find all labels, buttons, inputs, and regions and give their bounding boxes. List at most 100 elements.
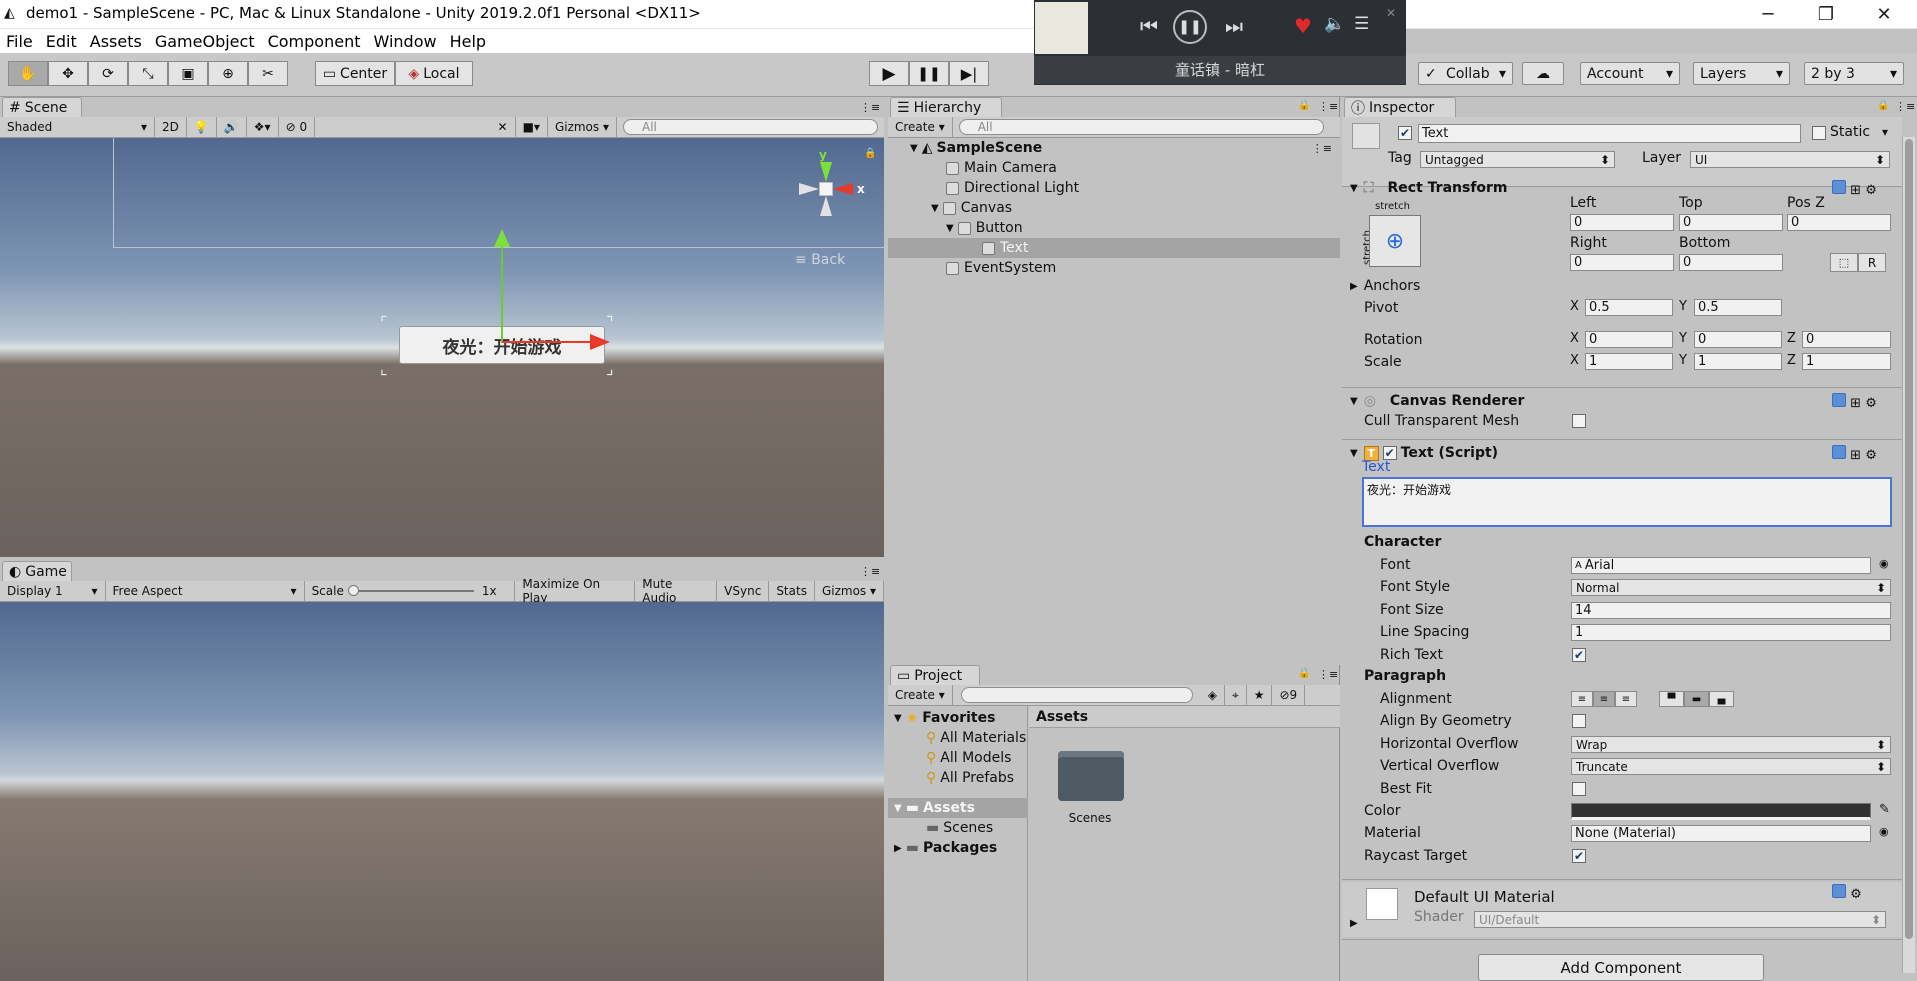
rect-tool-icon[interactable]: ▣ — [168, 61, 208, 86]
scale-z-field[interactable]: 1 — [1802, 353, 1891, 370]
align-center-icon[interactable]: ≡ — [1593, 691, 1615, 707]
rect-handle-icon[interactable]: ⌟ — [606, 359, 614, 378]
font-size-field[interactable]: 14 — [1571, 602, 1891, 619]
tab-inspector[interactable]: ⓘ Inspector — [1344, 97, 1456, 117]
heart-icon[interactable]: ♥ — [1294, 14, 1312, 38]
scenes-folder-row[interactable]: ▬ Scenes — [926, 818, 993, 838]
gizmo-neg-y-cone-icon[interactable] — [820, 196, 832, 216]
settings-gear-icon[interactable]: ⚙ — [1865, 396, 1877, 411]
text-content-area[interactable]: 夜光：开始游戏 — [1362, 477, 1892, 527]
hierarchy-search-input[interactable]: All — [958, 119, 1324, 135]
rect-handle-icon[interactable]: ⌞ — [380, 359, 388, 378]
playlist-icon[interactable]: ☰ — [1354, 14, 1369, 34]
move-y-axis[interactable] — [501, 238, 503, 343]
scale-thumb[interactable] — [347, 585, 359, 596]
project-search-input[interactable] — [960, 687, 1193, 703]
pivot-x-field[interactable]: 0.5 — [1585, 299, 1673, 316]
object-picker-icon[interactable]: ◉ — [1879, 557, 1889, 570]
material-field[interactable]: None (Material) — [1571, 825, 1871, 842]
scale-x-field[interactable]: 1 — [1585, 353, 1673, 370]
packages-folder-row[interactable]: ▶ ▬ Packages — [894, 838, 997, 858]
align-by-geometry-checkbox[interactable] — [1572, 714, 1586, 728]
active-checkbox[interactable]: ✔ — [1398, 126, 1412, 140]
hand-tool-icon[interactable]: ✋ — [8, 61, 48, 86]
hidden-objects-toggle[interactable]: ⊘ 0 — [279, 116, 316, 138]
align-bottom-icon[interactable]: ▄ — [1709, 691, 1734, 707]
favorite-star-icon[interactable]: ★ — [1247, 684, 1273, 706]
preset-icon[interactable]: ⊞ — [1850, 396, 1861, 411]
raw-edit-button[interactable]: R — [1858, 253, 1886, 272]
object-picker-icon[interactable]: ◉ — [1879, 825, 1889, 838]
eyedropper-icon[interactable]: ✎ — [1879, 802, 1890, 817]
menu-component[interactable]: Component — [262, 32, 368, 51]
fold-arrow-icon[interactable]: ▶ — [1350, 918, 1358, 929]
help-book-icon[interactable] — [1832, 445, 1846, 459]
left-field[interactable]: 0 — [1570, 214, 1674, 231]
help-book-icon[interactable] — [1832, 180, 1846, 194]
cull-checkbox[interactable] — [1572, 414, 1586, 428]
static-checkbox[interactable] — [1812, 126, 1826, 140]
hierarchy-item-button[interactable]: ▼ Button — [888, 218, 1340, 238]
favorite-all-models[interactable]: ⚲ All Models — [926, 748, 1011, 768]
move-x-axis[interactable] — [502, 341, 592, 343]
scene-root-row[interactable]: ▼ ◭ SampleScene ⋮≡ — [888, 138, 1340, 158]
aspect-dropdown[interactable]: Free Aspect ▾ — [106, 580, 305, 602]
scene-menu-icon[interactable]: ⋮≡ — [1312, 142, 1332, 155]
game-gizmos-dropdown[interactable]: Gizmos ▾ — [815, 580, 885, 602]
tab-game[interactable]: ◐ Game — [2, 561, 72, 581]
rotation-y-field[interactable]: 0 — [1694, 331, 1782, 348]
pivot-center-button[interactable]: ▭ Center — [315, 61, 395, 86]
scale-slider[interactable]: Scale 1x — [305, 580, 516, 602]
scale-tool-icon[interactable]: ⤡ — [128, 61, 168, 86]
close-button[interactable]: ✕ — [1855, 0, 1913, 29]
favorites-row[interactable]: ▼ ★ Favorites — [894, 708, 995, 728]
lock-icon[interactable]: 🔒 — [1298, 100, 1310, 111]
font-style-dropdown[interactable]: Normal ⬍ — [1571, 579, 1891, 596]
move-tool-icon[interactable]: ✥ — [48, 61, 88, 86]
add-component-button[interactable]: Add Component — [1478, 954, 1764, 981]
rect-transform-header[interactable]: ▼ ⛶ Rect Transform — [1350, 177, 1508, 199]
gizmo-center-icon[interactable] — [819, 182, 833, 196]
orientation-gizmo[interactable]: y x 🔒 — [782, 148, 876, 240]
settings-gear-icon[interactable]: ⚙ — [1850, 887, 1862, 902]
minimize-button[interactable]: ─ — [1739, 0, 1797, 29]
tab-scene[interactable]: # Scene — [2, 97, 82, 117]
preset-icon[interactable]: ⊞ — [1850, 183, 1861, 198]
line-spacing-field[interactable]: 1 — [1571, 624, 1891, 641]
anchor-presets-button[interactable]: ⊕ — [1369, 215, 1421, 267]
align-middle-icon[interactable]: ▬ — [1684, 691, 1709, 707]
mute-audio-toggle[interactable]: Mute Audio — [635, 577, 718, 605]
search-by-type-icon[interactable]: ◈ — [1201, 684, 1225, 706]
collab-dropdown[interactable]: ✓ Collab ▾ — [1418, 62, 1513, 85]
align-left-icon[interactable]: ≡ — [1571, 691, 1593, 707]
pause-button[interactable]: ❚❚ — [909, 61, 949, 86]
mode-2d-toggle[interactable]: 2D — [155, 116, 187, 138]
lighting-toggle-icon[interactable]: 💡 — [187, 116, 217, 138]
tab-project[interactable]: ▭ Project — [890, 665, 980, 685]
volume-icon[interactable]: 🔈 — [1324, 14, 1345, 34]
view-back-label[interactable]: ≡ Back — [795, 252, 845, 268]
rich-text-checkbox[interactable]: ✔ — [1572, 648, 1586, 662]
pivot-space-button[interactable]: ◈ Local — [395, 61, 473, 86]
font-field[interactable]: A Arial — [1571, 557, 1871, 574]
scene-search-input[interactable]: All — [623, 119, 878, 135]
layout-dropdown[interactable]: 2 by 3 ▾ — [1804, 62, 1904, 85]
favorite-all-prefabs[interactable]: ⚲ All Prefabs — [926, 768, 1014, 788]
align-top-icon[interactable]: ▀ — [1659, 691, 1684, 707]
panel-menu-icon[interactable]: ⋮≡ — [860, 101, 880, 114]
tab-hierarchy[interactable]: ☰ Hierarchy — [890, 97, 1002, 117]
rotation-x-field[interactable]: 0 — [1585, 331, 1673, 348]
preset-icon[interactable]: ⊞ — [1850, 448, 1861, 463]
panel-menu-icon[interactable]: ⋮≡ — [1895, 100, 1915, 113]
horizontal-overflow-dropdown[interactable]: Wrap ⬍ — [1571, 736, 1891, 753]
rect-handle-icon[interactable]: ⌝ — [606, 313, 614, 332]
hierarchy-item-directional-light[interactable]: Directional Light — [888, 178, 1340, 198]
gizmo-y-cone-icon[interactable] — [820, 162, 832, 182]
align-right-icon[interactable]: ≡ — [1615, 691, 1637, 707]
hierarchy-item-canvas[interactable]: ▼ Canvas — [888, 198, 1340, 218]
player-close-icon[interactable]: ✕ — [1386, 6, 1396, 20]
maximize-button[interactable]: ❐ — [1797, 0, 1855, 29]
object-name-field[interactable]: Text — [1418, 124, 1801, 143]
settings-gear-icon[interactable]: ⚙ — [1865, 183, 1877, 198]
canvas-renderer-header[interactable]: ▼ ◎ Canvas Renderer — [1350, 390, 1524, 412]
